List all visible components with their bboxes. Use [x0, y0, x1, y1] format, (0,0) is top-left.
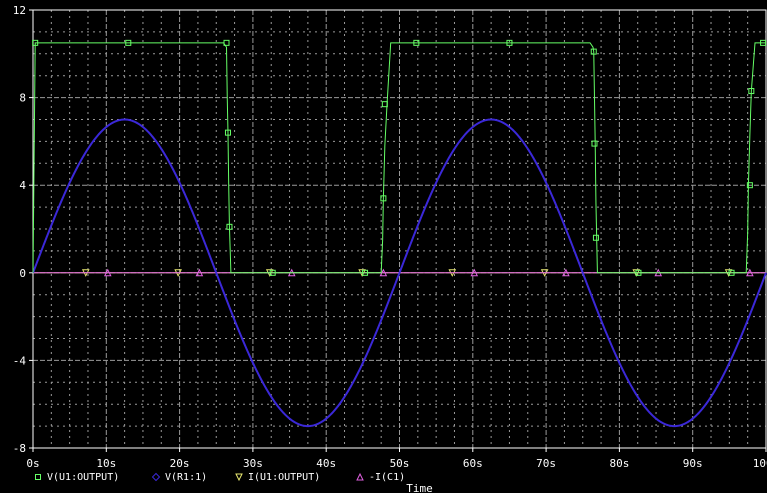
x-tick-label: 20s — [170, 457, 190, 470]
legend-marker — [235, 473, 243, 482]
y-tick-label: -4 — [13, 354, 27, 367]
x-tick-label: 50s — [390, 457, 410, 470]
y-tick-label: 8 — [19, 92, 26, 105]
x-tick-label: 0s — [26, 457, 39, 470]
legend-marker — [151, 472, 161, 482]
y-tick-label: 12 — [13, 4, 26, 17]
x-tick-label: 80s — [609, 457, 629, 470]
y-tick-label: -8 — [13, 442, 26, 455]
x-tick-label: 70s — [536, 457, 556, 470]
y-tick-label: 0 — [19, 267, 26, 280]
legend-label: V(R1:1) — [165, 472, 207, 483]
legend-marker — [356, 472, 364, 481]
grid-layer — [32, 9, 767, 449]
y-axis: -8 -4 0 4 8 12 — [13, 4, 33, 455]
x-tick-label: 90s — [683, 457, 703, 470]
plot-canvas: -8 -4 0 4 8 12 0s 10s 20s 30s 40s 50s 60s 70s 80s 90s 1… — [13, 4, 767, 493]
x-tick-label: 100s — [753, 457, 767, 470]
legend-label: I(U1:OUTPUT) — [248, 472, 320, 483]
legend-label: -I(C1) — [369, 472, 405, 483]
series-marker — [592, 234, 599, 241]
x-tick-label: 60s — [463, 457, 483, 470]
legend: V(U1:OUTPUT) V(R1:1) I(U1:OUTPUT) -I(C1) — [35, 472, 405, 483]
legend-marker — [35, 474, 41, 480]
y-tick-label: 4 — [19, 179, 26, 192]
x-axis-title: Time — [406, 482, 433, 493]
legend-label: V(U1:OUTPUT) — [47, 472, 119, 483]
x-axis: 0s 10s 20s 30s 40s 50s 60s 70s 80s 90s 100s — [26, 448, 767, 470]
x-tick-label: 40s — [316, 457, 336, 470]
x-tick-label: 30s — [243, 457, 263, 470]
x-tick-label: 10s — [96, 457, 116, 470]
